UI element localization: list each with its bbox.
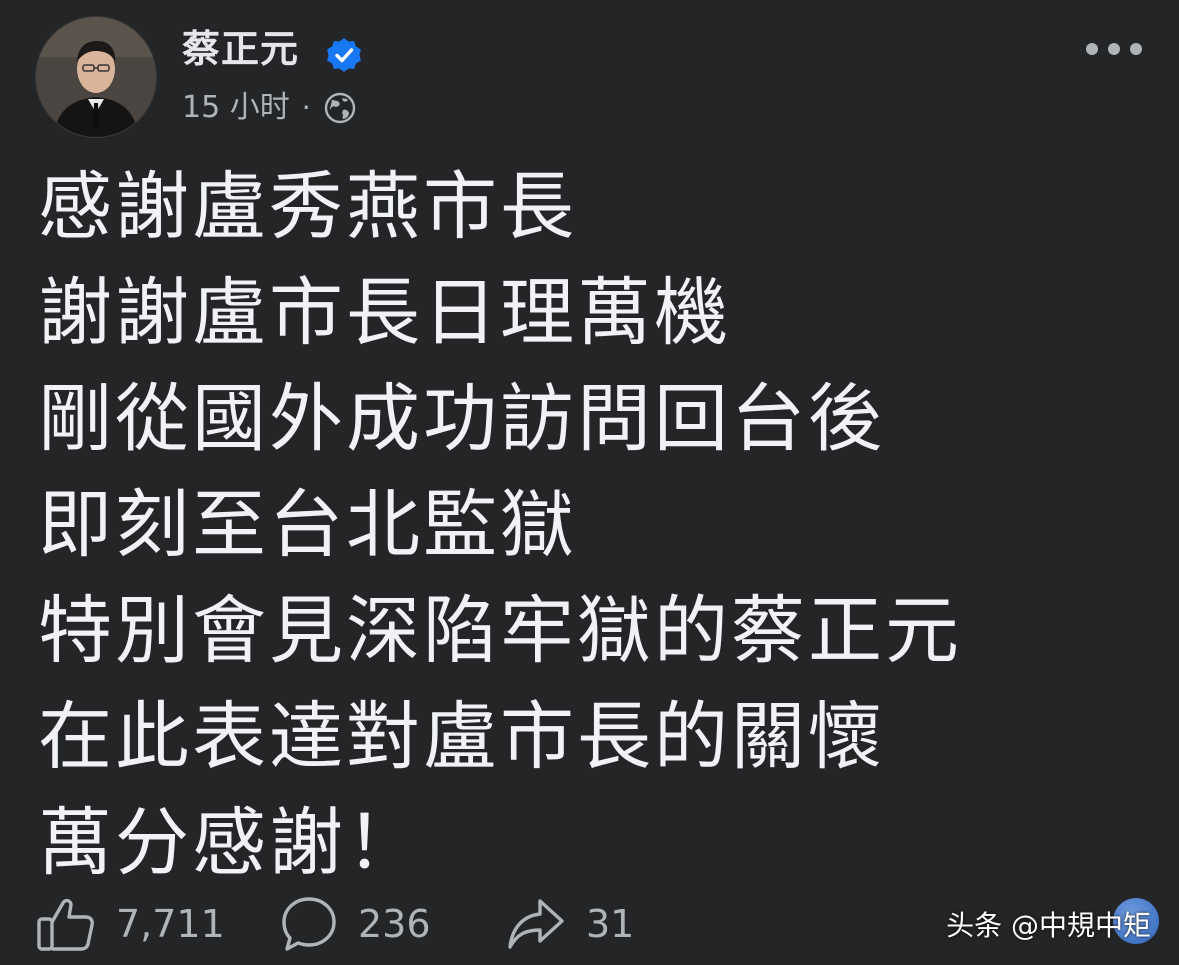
post-text-line: 在此表達對盧市長的關懷 bbox=[38, 694, 885, 780]
author-avatar[interactable] bbox=[36, 17, 156, 137]
share-icon bbox=[508, 899, 564, 949]
like-button[interactable]: 7,711 bbox=[36, 895, 280, 953]
share-button[interactable]: 31 bbox=[506, 895, 634, 953]
comment-button[interactable]: 236 bbox=[280, 895, 506, 953]
more-options-icon[interactable] bbox=[1086, 34, 1142, 64]
author-name[interactable]: 蔡正元 bbox=[182, 30, 299, 68]
comment-count: 236 bbox=[358, 902, 431, 946]
more-dot bbox=[1130, 43, 1142, 55]
post-text-line: 即刻至台北監獄 bbox=[38, 482, 577, 568]
post-meta: 15 小时 · bbox=[182, 91, 357, 125]
more-dot bbox=[1086, 43, 1098, 55]
thumbs-up-icon bbox=[37, 898, 94, 951]
share-count: 31 bbox=[586, 902, 635, 946]
post-body: 感謝盧秀燕市長 謝謝盧市長日理萬機 剛從國外成功訪問回台後 即刻至台北監獄 特別… bbox=[38, 170, 1138, 912]
post-text-line: 感謝盧秀燕市長 bbox=[38, 164, 577, 250]
globe-icon[interactable] bbox=[323, 91, 357, 125]
meta-separator: · bbox=[301, 91, 311, 124]
post-text-line: 特別會見深陷牢獄的蔡正元 bbox=[38, 588, 962, 674]
comment-icon bbox=[282, 897, 336, 951]
post-text-line: 萬分感謝！ bbox=[38, 800, 423, 886]
post-actions-bar: 7,711 236 31 bbox=[36, 892, 634, 956]
like-count: 7,711 bbox=[116, 902, 225, 946]
watermark: 头条 @中規中矩 bbox=[946, 909, 1151, 942]
more-dot bbox=[1108, 43, 1120, 55]
post-timestamp[interactable]: 15 小时 bbox=[182, 93, 290, 123]
facebook-post: 蔡正元 15 小时 · 感謝盧秀燕市長 謝謝盧市長日理萬機 剛從國外成功訪問回台… bbox=[0, 0, 1179, 965]
verified-badge-icon bbox=[327, 38, 361, 72]
post-text-line: 剛從國外成功訪問回台後 bbox=[38, 376, 885, 462]
post-text-line: 謝謝盧市長日理萬機 bbox=[38, 270, 731, 356]
